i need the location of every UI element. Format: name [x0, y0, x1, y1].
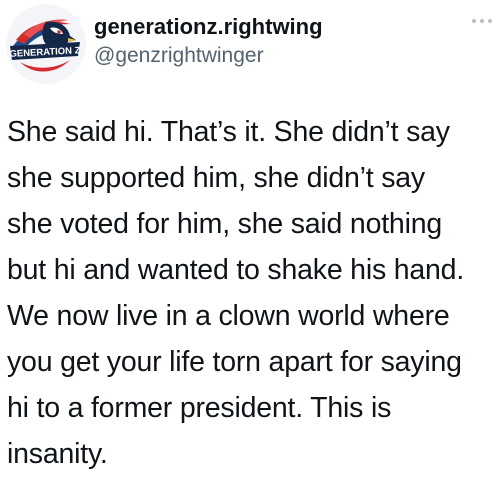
author-display-name[interactable]: generationz.rightwing [94, 14, 323, 40]
tweet-text-line: hi to a former president. This is [7, 392, 392, 424]
author-names: generationz.rightwing @genzrightwinger [94, 14, 323, 69]
tweet-card: GENERATION Z generationz.rightwing @genz… [0, 0, 500, 489]
tweet-text-line: she supported him, she didn’t say [7, 162, 425, 194]
tweet-text-line: We now live in a clown world where [7, 300, 450, 332]
eagle-logo-icon: GENERATION Z [6, 4, 86, 84]
tweet-text-line: insanity. [7, 438, 108, 470]
tweet-text-line: she voted for him, she said nothing [7, 208, 443, 240]
avatar[interactable]: GENERATION Z [6, 4, 86, 84]
tweet-text: She said hi. That’s it. She didn’t say s… [7, 109, 497, 477]
tweet-text-line: you get your life torn apart for saying [7, 346, 462, 378]
tweet-header: GENERATION Z generationz.rightwing @genz… [6, 4, 494, 84]
tweet-text-line: She said hi. That’s it. She didn’t say [7, 116, 450, 148]
tweet-text-line: but hi and wanted to shake his hand. [7, 254, 465, 286]
author-handle[interactable]: @genzrightwinger [94, 43, 323, 69]
more-horizontal-icon[interactable] [470, 16, 494, 26]
